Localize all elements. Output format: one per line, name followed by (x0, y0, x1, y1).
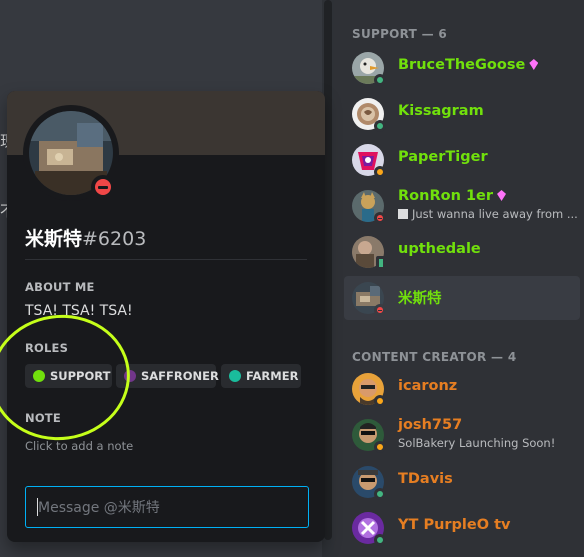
member-item[interactable]: YT PurpleO tv (344, 506, 580, 550)
member-item[interactable]: josh757 SolBakery Launching Soon! (344, 413, 580, 457)
discriminator: #6203 (82, 228, 147, 250)
about-me-label: ABOUT ME (25, 280, 95, 294)
status-online-icon (374, 488, 386, 500)
member-name: BruceTheGoose (398, 57, 539, 73)
status-idle-icon (374, 166, 386, 178)
status-dnd-icon (91, 175, 115, 199)
status-dnd-icon (374, 304, 386, 316)
role-pill[interactable]: SAFFRONER (116, 364, 219, 388)
message-input[interactable] (36, 497, 300, 519)
member-item[interactable]: icaronz (344, 367, 580, 411)
divider (25, 259, 307, 260)
status-online-icon (374, 534, 386, 546)
member-item-selected[interactable]: 米斯特 (344, 276, 580, 320)
message-box[interactable] (25, 486, 309, 528)
status-mobile-icon (376, 256, 386, 270)
member-name: PaperTiger (398, 149, 488, 165)
member-item[interactable]: BruceTheGoose (344, 46, 580, 90)
booster-gem-icon (529, 59, 539, 70)
member-name: Kissagram (398, 103, 484, 119)
member-name: RonRon 1er (398, 188, 507, 204)
member-activity: SolBakery Launching Soon! (398, 436, 556, 450)
member-item[interactable]: PaperTiger (344, 138, 580, 182)
custom-status-icon (398, 209, 408, 219)
member-activity: Just wanna live away from ... (398, 207, 578, 221)
member-section-header: SUPPORT — 6 (352, 27, 448, 41)
member-item[interactable]: RonRon 1er Just wanna live away from ... (344, 184, 580, 228)
member-name: YT PurpleO tv (398, 517, 511, 533)
note-input[interactable]: Click to add a note (25, 439, 133, 453)
booster-gem-icon (497, 190, 507, 201)
member-name: icaronz (398, 378, 458, 394)
status-online-icon (374, 74, 386, 86)
member-list: SUPPORT — 6 BruceTheGoose Kissagram Pape… (334, 0, 584, 557)
member-name: josh757 (398, 417, 463, 433)
status-dnd-icon (374, 212, 386, 224)
status-online-icon (374, 120, 386, 132)
member-item[interactable]: upthedale (344, 230, 580, 274)
scrollbar-thumb[interactable] (324, 0, 332, 540)
member-name: TDavis (398, 471, 453, 487)
member-section-header: CONTENT CREATOR — 4 (352, 350, 517, 364)
role-color-dot-icon[interactable] (229, 370, 241, 382)
role-pill[interactable]: FARMER (221, 364, 301, 388)
profile-username[interactable]: 米斯特#6203 (25, 224, 146, 251)
member-item[interactable]: TDavis (344, 460, 580, 504)
status-idle-icon (374, 441, 386, 453)
member-name: 米斯特 (398, 291, 442, 307)
status-idle-icon (374, 395, 386, 407)
member-item[interactable]: Kissagram (344, 92, 580, 136)
member-name: upthedale (398, 241, 481, 257)
